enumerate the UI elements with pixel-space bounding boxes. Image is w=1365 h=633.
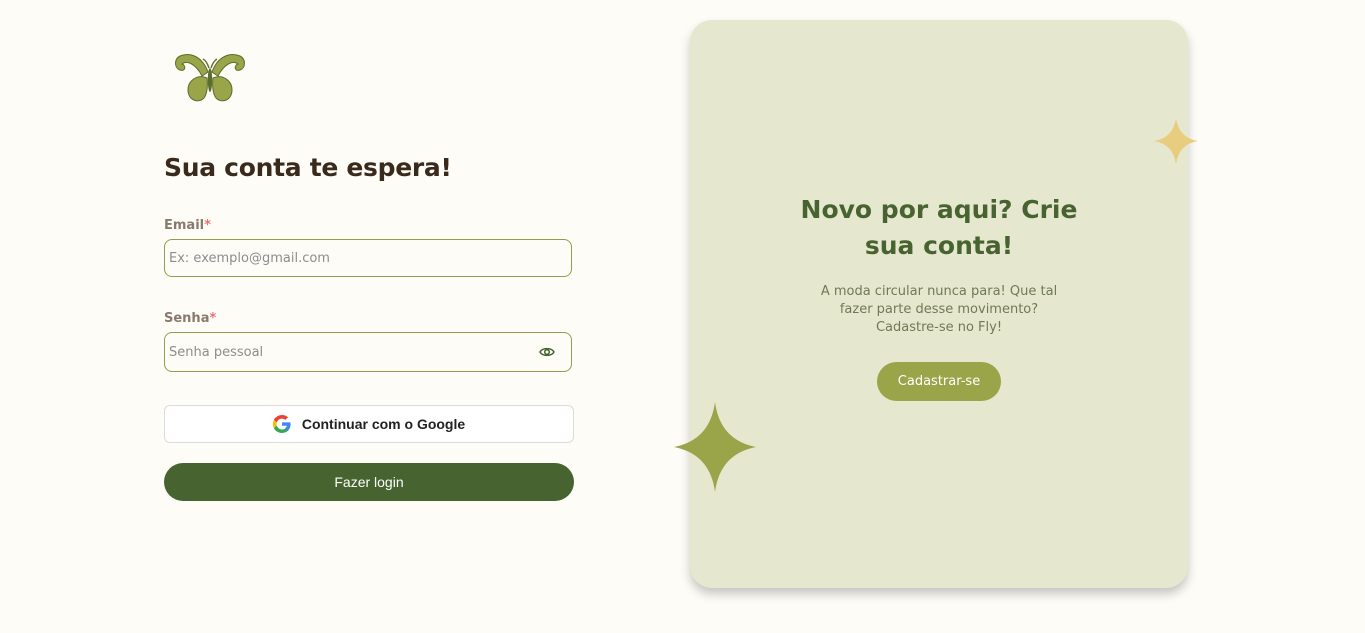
email-label: Email* xyxy=(164,218,211,233)
required-mark: * xyxy=(209,311,217,326)
sparkle-icon xyxy=(674,402,756,492)
signup-promo-card: Novo por aqui? Crie sua conta! A moda ci… xyxy=(690,20,1188,588)
promo-text: A moda circular nunca para! Que tal faze… xyxy=(690,283,1188,337)
eye-icon[interactable] xyxy=(539,345,555,359)
password-field-box xyxy=(164,332,572,372)
required-mark: * xyxy=(204,218,211,233)
promo-text-line: A moda circular nunca para! Que tal xyxy=(820,284,1058,299)
password-label: Senha* xyxy=(164,311,216,326)
signup-button-label: Cadastrar-se xyxy=(897,374,981,389)
promo-title: Novo por aqui? Crie sua conta! xyxy=(690,192,1188,264)
google-login-button[interactable]: Continuar com o Google xyxy=(164,405,574,443)
promo-title-line: Novo por aqui? Crie xyxy=(800,195,1078,224)
signup-button[interactable]: Cadastrar-se xyxy=(877,362,1001,401)
password-field[interactable] xyxy=(169,333,509,371)
promo-text-line: Cadastre-se no Fly! xyxy=(875,320,1003,335)
login-button-label: Fazer login xyxy=(334,474,404,490)
email-field-box xyxy=(164,239,572,277)
butterfly-logo-icon xyxy=(175,54,245,102)
page-title: Sua conta te espera! xyxy=(164,153,452,182)
sparkle-icon xyxy=(1154,118,1198,164)
promo-title-line: sua conta! xyxy=(864,231,1014,260)
promo-text-line: fazer parte desse movimento? xyxy=(839,302,1039,317)
password-label-text: Senha xyxy=(164,311,210,326)
login-button[interactable]: Fazer login xyxy=(164,463,574,501)
google-icon xyxy=(272,415,291,433)
google-button-label: Continuar com o Google xyxy=(301,416,466,432)
email-label-text: Email xyxy=(164,218,205,233)
email-field[interactable] xyxy=(169,240,509,276)
login-page: Sua conta te espera! Email* Senha* Conti… xyxy=(0,0,1365,633)
